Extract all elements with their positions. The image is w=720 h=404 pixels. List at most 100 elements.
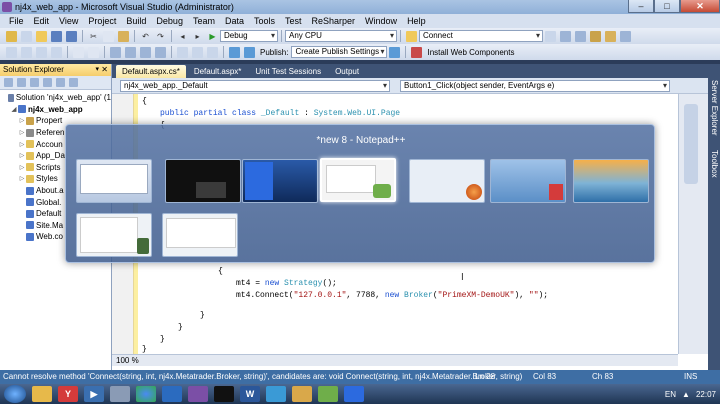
close-icon[interactable]: ✕ (101, 64, 108, 76)
clear-bookmarks-icon[interactable] (155, 46, 166, 58)
maximize-button[interactable]: □ (654, 0, 680, 13)
properties-icon[interactable] (4, 78, 13, 87)
solution-platform-select[interactable]: Any CPU (285, 30, 397, 42)
word-icon[interactable]: W (240, 386, 260, 402)
indent-icon[interactable] (36, 46, 47, 58)
expand-icon[interactable]: ▷ (18, 164, 26, 171)
toolbox-tab[interactable]: Toolbox (709, 150, 719, 178)
yandex-browser-icon[interactable]: Y (58, 386, 78, 402)
language-indicator[interactable]: EN (665, 390, 676, 399)
menu-edit[interactable]: Edit (29, 16, 55, 26)
menu-help[interactable]: Help (402, 16, 431, 26)
start-debugging-icon[interactable]: ▶ (207, 31, 218, 42)
add-item-icon[interactable] (21, 30, 32, 42)
open-folder-icon[interactable] (36, 30, 47, 42)
thumb-browser-firefox[interactable] (409, 159, 485, 203)
expand-icon[interactable]: ▷ (18, 129, 26, 136)
web-components-icon[interactable] (411, 46, 423, 58)
type-select[interactable]: nj4x_web_app._Default (120, 79, 390, 92)
format-icon[interactable] (21, 46, 32, 58)
view-designer-icon[interactable] (56, 78, 65, 87)
minimize-button[interactable]: – (628, 0, 654, 13)
menu-team[interactable]: Team (188, 16, 220, 26)
network-icon[interactable]: ▲ (682, 390, 690, 399)
show-all-files-icon[interactable] (17, 78, 26, 87)
expand-icon[interactable]: ◢ (10, 106, 18, 113)
redo-icon[interactable]: ↷ (155, 31, 166, 42)
publish-icon[interactable] (244, 46, 255, 58)
thumb-browser-yandex[interactable] (490, 159, 566, 203)
vertical-scrollbar[interactable] (678, 94, 708, 354)
outlook-icon[interactable] (162, 386, 182, 402)
navigate-forward-icon[interactable]: ▸ (192, 31, 203, 42)
document-tab[interactable]: Default.aspx.cs* (116, 65, 186, 78)
expand-icon[interactable]: ▷ (18, 152, 26, 159)
publish-web-icon[interactable] (389, 46, 401, 58)
metatrader-icon[interactable] (344, 386, 364, 402)
menu-tools[interactable]: Tools (249, 16, 280, 26)
save-icon[interactable] (51, 30, 62, 42)
save-all-icon[interactable] (66, 30, 77, 42)
object-browser-icon[interactable] (590, 30, 601, 42)
clock[interactable]: 22:07 (696, 390, 716, 399)
find-icon[interactable] (406, 30, 417, 42)
publish-settings-select[interactable]: Create Publish Settings (291, 46, 388, 58)
scrollbar-thumb[interactable] (684, 104, 698, 184)
outline-icon[interactable] (6, 46, 17, 58)
comment-icon[interactable] (73, 46, 84, 58)
properties-icon[interactable] (575, 30, 586, 42)
uncomment-icon[interactable] (88, 46, 99, 58)
paint-icon[interactable] (292, 386, 312, 402)
find-in-files-icon[interactable] (545, 30, 556, 42)
menu-window[interactable]: Window (360, 16, 402, 26)
thumb-terminal[interactable] (165, 159, 241, 203)
find-combo[interactable]: Connect (419, 30, 543, 42)
expand-icon[interactable]: ▷ (18, 175, 26, 182)
paste-icon[interactable] (118, 30, 129, 42)
media-player-icon[interactable]: ▶ (84, 386, 104, 402)
calculator-icon[interactable] (110, 386, 130, 402)
menu-data[interactable]: Data (220, 16, 249, 26)
expand-icon[interactable]: ▷ (18, 117, 26, 124)
document-tab[interactable]: Unit Test Sessions (249, 65, 327, 78)
pin-icon[interactable]: ▾ (95, 64, 99, 76)
tree-item[interactable]: ◢ nj4x_web_app (0, 104, 111, 116)
prev-bookmark-icon[interactable] (125, 46, 136, 58)
menu-view[interactable]: View (54, 16, 83, 26)
rebuild-icon[interactable] (192, 46, 203, 58)
menu-debug[interactable]: Debug (151, 16, 188, 26)
tree-item[interactable]: Solution 'nj4x_web_app' (1 (0, 92, 111, 104)
view-code-icon[interactable] (43, 78, 52, 87)
app-icon[interactable] (266, 386, 286, 402)
member-select[interactable]: Button1_Click(object sender, EventArgs e… (400, 79, 670, 92)
expand-icon[interactable]: ▷ (18, 141, 26, 148)
copy-icon[interactable] (103, 30, 114, 42)
menu-test[interactable]: Test (280, 16, 307, 26)
zoom-level[interactable]: 100 % (112, 356, 152, 365)
menu-project[interactable]: Project (83, 16, 121, 26)
outdent-icon[interactable] (51, 46, 62, 58)
next-bookmark-icon[interactable] (140, 46, 151, 58)
thumb-visual-studio[interactable] (76, 159, 152, 203)
new-project-icon[interactable] (6, 30, 17, 42)
terminal-icon[interactable] (214, 386, 234, 402)
cancel-build-icon[interactable] (207, 46, 218, 58)
visual-studio-icon[interactable] (188, 386, 208, 402)
menu-resharper[interactable]: ReSharper (307, 16, 361, 26)
start-button[interactable] (4, 385, 26, 403)
toolbox-icon[interactable] (605, 30, 616, 42)
chrome-icon[interactable] (136, 386, 156, 402)
notepad-plus-plus-icon[interactable] (318, 386, 338, 402)
document-tab[interactable]: Default.aspx* (188, 65, 248, 78)
install-web-components-button[interactable]: Install Web Components (427, 48, 514, 57)
solution-configuration-select[interactable]: Debug (220, 30, 278, 42)
thumb-metatrader[interactable] (242, 159, 318, 203)
bookmark-icon[interactable] (110, 46, 121, 58)
horizontal-scrollbar[interactable]: 100 % (112, 354, 678, 366)
undo-icon[interactable]: ↶ (140, 31, 151, 42)
menu-file[interactable]: File (4, 16, 29, 26)
close-button[interactable]: ✕ (680, 0, 720, 13)
refresh-icon[interactable] (30, 78, 39, 87)
class-diagram-icon[interactable] (69, 78, 78, 87)
thumb-notepad-plus-plus[interactable] (320, 158, 396, 202)
